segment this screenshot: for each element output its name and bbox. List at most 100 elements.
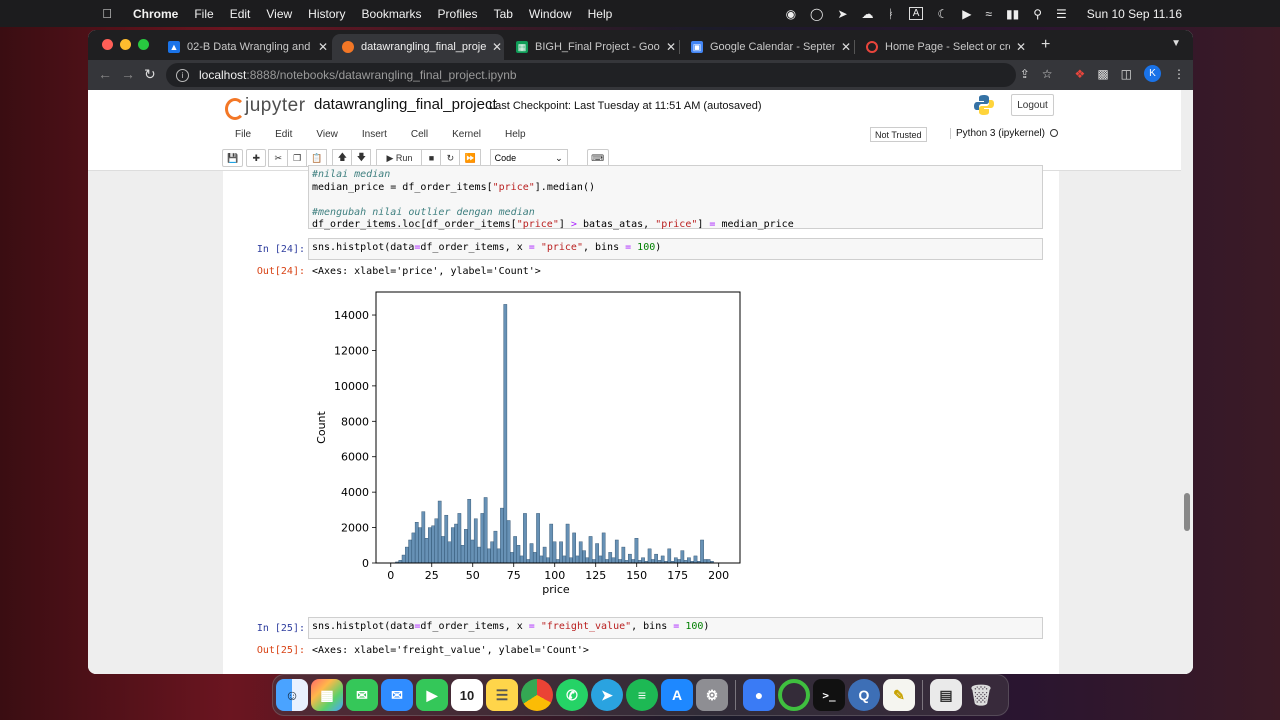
spotify-icon[interactable]: ≡ xyxy=(626,679,658,711)
scrollbar-thumb[interactable] xyxy=(1184,493,1190,531)
address-bar[interactable]: i localhost:8888/notebooks/datawrangling… xyxy=(166,63,1016,87)
logout-button[interactable]: Logout xyxy=(1011,94,1054,116)
tab-google-calendar[interactable]: ▣ Google Calendar - September ✕ xyxy=(681,34,853,60)
nb-menu-view[interactable]: View xyxy=(304,129,350,140)
wifi-arc-icon[interactable]: ◯ xyxy=(810,7,823,21)
nb-menu-insert[interactable]: Insert xyxy=(350,129,399,140)
notes-icon[interactable]: ☰ xyxy=(486,679,518,711)
tab-search-icon[interactable]: ▼ xyxy=(1171,38,1181,49)
mail-icon[interactable]: ✉ xyxy=(381,679,413,711)
tab-final-project-sheets[interactable]: ▦ BIGH_Final Project - Google S ✕ xyxy=(506,34,678,60)
keyboard-input-icon[interactable]: A xyxy=(908,7,924,20)
tab-home-page[interactable]: Home Page - Select or create ✕ xyxy=(856,34,1028,60)
telegram-icon[interactable]: ➤ xyxy=(591,679,623,711)
forward-icon[interactable]: → xyxy=(121,66,135,82)
facetime-icon[interactable]: ▶ xyxy=(416,679,448,711)
apple-menu-icon[interactable]:  xyxy=(100,6,114,21)
notes-folder-icon[interactable]: ✎ xyxy=(883,679,915,711)
terminal-icon[interactable]: >_ xyxy=(813,679,845,711)
battery-icon[interactable]: ▮▮ xyxy=(1006,7,1019,21)
telegram-icon[interactable]: ➤ xyxy=(837,7,847,21)
menu-file[interactable]: File xyxy=(186,7,221,21)
nb-menu-kernel[interactable]: Kernel xyxy=(440,129,493,140)
jupyter-logo[interactable]: jupyter xyxy=(225,95,306,120)
activity-ring-icon[interactable] xyxy=(778,679,810,711)
trust-status-button[interactable]: Not Trusted xyxy=(870,127,927,142)
code-cell-25[interactable]: sns.histplot(data=df_order_items, x = "f… xyxy=(308,617,1043,639)
page-scrollbar[interactable] xyxy=(1181,90,1193,674)
record-icon[interactable]: ◉ xyxy=(786,7,796,21)
menu-app-name[interactable]: Chrome xyxy=(125,7,186,21)
control-center-icon[interactable]: ☰ xyxy=(1056,7,1067,21)
chrome-menu-icon[interactable]: ⋮ xyxy=(1173,67,1185,81)
extension-tp-icon[interactable]: ❖ xyxy=(1075,67,1086,81)
tab-datawrangling-notebook[interactable]: datawrangling_final_project - ✕ xyxy=(332,34,504,60)
calendar-icon[interactable]: 10 xyxy=(451,679,483,711)
close-icon[interactable]: ✕ xyxy=(1016,40,1026,54)
histogram-bar xyxy=(424,538,429,564)
trash-icon[interactable]: 🗑 xyxy=(965,679,997,711)
cell-type-value: Code xyxy=(494,153,517,163)
nb-menu-file[interactable]: File xyxy=(222,129,263,140)
back-icon[interactable]: ← xyxy=(98,66,112,82)
histogram-bar xyxy=(585,557,590,564)
chrome-icon[interactable] xyxy=(521,679,553,711)
messages-icon[interactable]: ✉ xyxy=(346,679,378,711)
tweetbot-icon[interactable]: ● xyxy=(743,679,775,711)
wifi-icon[interactable]: ≈ xyxy=(985,7,992,21)
documents-stack-icon[interactable]: ▤ xyxy=(930,679,962,711)
notebook-name[interactable]: datawrangling_final_project xyxy=(314,96,497,113)
copy-icon[interactable]: ❐ xyxy=(287,149,308,167)
close-icon[interactable]: ✕ xyxy=(318,40,328,54)
share-icon[interactable]: ⇪ xyxy=(1020,67,1030,81)
new-tab-icon[interactable]: + xyxy=(1041,36,1050,54)
bookmark-star-icon[interactable]: ☆ xyxy=(1042,67,1053,81)
search-icon[interactable]: ⚲ xyxy=(1033,7,1042,21)
nb-menu-help[interactable]: Help xyxy=(493,129,538,140)
app-store-icon[interactable]: A xyxy=(661,679,693,711)
menu-view[interactable]: View xyxy=(258,7,300,21)
play-icon[interactable]: ▶ xyxy=(962,7,971,21)
minimize-window-icon[interactable] xyxy=(120,39,131,50)
extensions-puzzle-icon[interactable]: ▩ xyxy=(1097,67,1108,81)
tab-label: BIGH_Final Project - Google S xyxy=(535,41,660,53)
menu-edit[interactable]: Edit xyxy=(222,7,259,21)
close-icon[interactable]: ✕ xyxy=(666,40,676,54)
moon-icon[interactable]: ☾ xyxy=(937,7,948,21)
reload-icon[interactable]: ↻ xyxy=(144,66,156,83)
code-token: ) xyxy=(703,621,710,632)
quicktime-icon[interactable]: Q xyxy=(848,679,880,711)
menu-help[interactable]: Help xyxy=(580,7,621,21)
menu-bookmarks[interactable]: Bookmarks xyxy=(354,7,430,21)
side-panel-icon[interactable]: ◫ xyxy=(1121,67,1132,81)
whatsapp-icon[interactable]: ✆ xyxy=(556,679,588,711)
browser-window: ▲ 02-B Data Wrangling and SQL ✕ datawran… xyxy=(88,30,1193,674)
system-settings-icon[interactable]: ⚙ xyxy=(696,679,728,711)
cut-icon[interactable]: ✂ xyxy=(268,149,289,167)
maximize-window-icon[interactable] xyxy=(138,39,149,50)
histogram-bar xyxy=(647,548,652,564)
bluetooth-icon[interactable]: ᛓ xyxy=(888,7,895,21)
nb-menu-cell[interactable]: Cell xyxy=(399,129,440,140)
avatar[interactable]: K xyxy=(1144,65,1161,82)
menu-profiles[interactable]: Profiles xyxy=(430,7,486,21)
nb-menu-edit[interactable]: Edit xyxy=(263,129,304,140)
close-icon[interactable]: ✕ xyxy=(841,40,851,54)
launchpad-icon[interactable]: ▦ xyxy=(311,679,343,711)
tab-data-wrangling-sql[interactable]: ▲ 02-B Data Wrangling and SQL ✕ xyxy=(158,34,330,60)
clock[interactable]: Sun 10 Sep 11.16 xyxy=(1087,7,1182,21)
menu-window[interactable]: Window xyxy=(521,7,580,21)
cloud-icon[interactable]: ☁ xyxy=(862,7,874,21)
finder-icon[interactable]: ☺ xyxy=(276,679,308,711)
menu-tab[interactable]: Tab xyxy=(486,7,521,21)
site-info-icon[interactable]: i xyxy=(176,68,189,82)
close-icon[interactable]: ✕ xyxy=(492,40,502,54)
close-window-icon[interactable] xyxy=(102,39,113,50)
plot-area: 0 25 50 75 100 125 150 175 200020004000600080001… xyxy=(315,291,741,596)
menu-history[interactable]: History xyxy=(300,7,353,21)
save-button[interactable]: 💾 xyxy=(222,149,244,167)
insert-cell-button[interactable]: ✚ xyxy=(246,149,267,167)
code-cell-24[interactable]: sns.histplot(data=df_order_items, x = "p… xyxy=(308,238,1043,260)
code-cell-prev[interactable]: #nilai median median_price = df_order_it… xyxy=(308,165,1043,230)
histogram-bar xyxy=(631,559,636,564)
